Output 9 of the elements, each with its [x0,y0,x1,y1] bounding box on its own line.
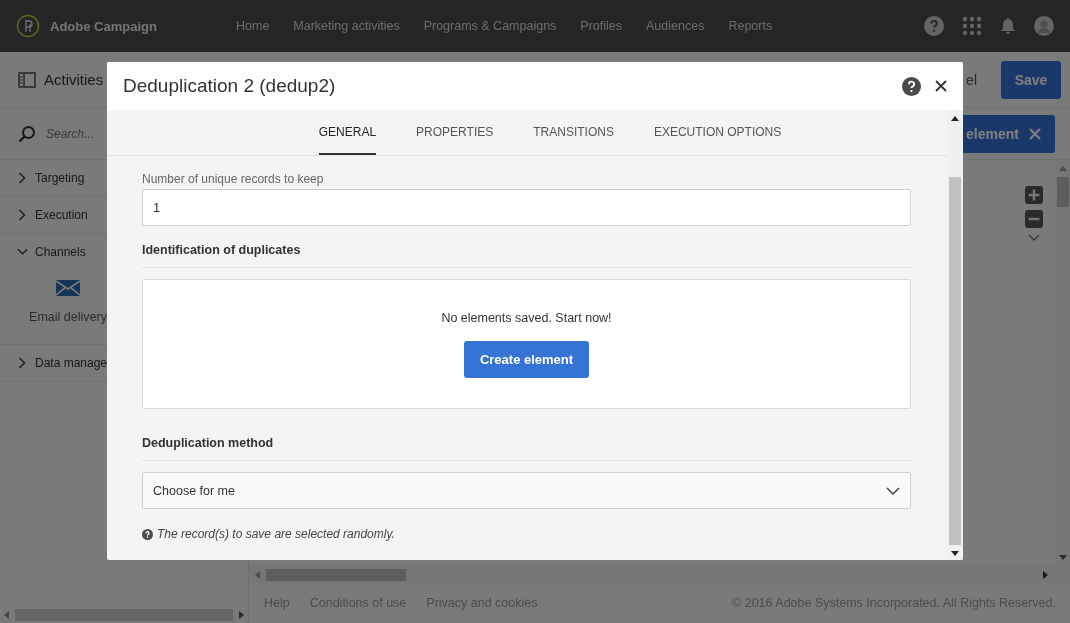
brand-name: Adobe Campaign [50,18,157,34]
toolbar-title: Activities [44,71,104,88]
empty-message: No elements saved. Start now! [441,310,612,325]
dialog-title: Deduplication 2 (dedup2) [123,75,337,97]
section-title: Deduplication method [142,409,911,461]
hint-text: The record(s) to save are selected randomly. [157,527,395,541]
activity-label: Email delivery [29,310,107,324]
field-label: Number of unique records to keep [142,172,325,186]
section-title: Identification of duplicates [142,226,911,268]
